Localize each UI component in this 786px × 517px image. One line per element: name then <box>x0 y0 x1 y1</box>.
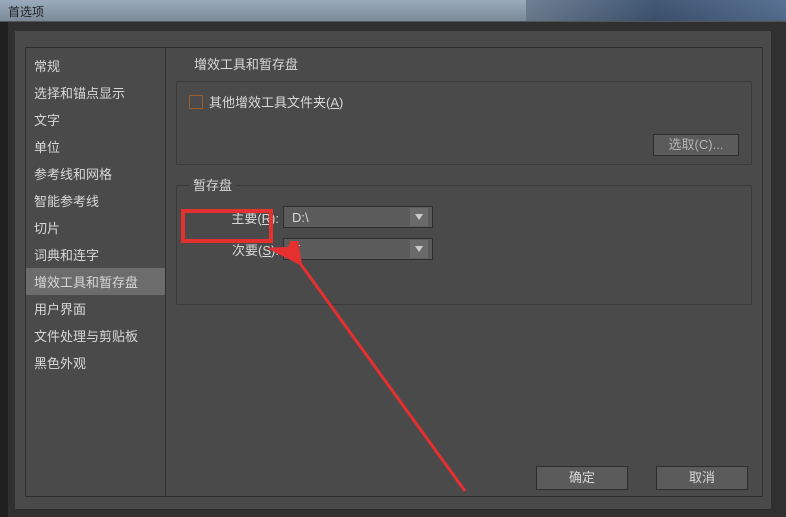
secondary-row: 次要(S): E <box>211 238 739 260</box>
dialog-inner: 常规选择和锚点显示文字单位参考线和网格智能参考线切片词典和连字增效工具和暂存盘用… <box>25 47 763 497</box>
sidebar: 常规选择和锚点显示文字单位参考线和网格智能参考线切片词典和连字增效工具和暂存盘用… <box>26 48 166 496</box>
sidebar-item-10[interactable]: 文件处理与剪贴板 <box>26 322 165 349</box>
left-strip <box>0 22 8 517</box>
sidebar-item-8[interactable]: 增效工具和暂存盘 <box>26 268 165 295</box>
other-folder-checkbox[interactable] <box>189 95 203 109</box>
section-title: 增效工具和暂存盘 <box>194 54 752 73</box>
sidebar-item-1[interactable]: 选择和锚点显示 <box>26 79 165 106</box>
other-folder-row: 其他增效工具文件夹(A) <box>189 92 739 111</box>
chevron-down-icon <box>410 240 428 258</box>
ok-button[interactable]: 确定 <box>536 466 628 490</box>
footer-buttons: 确定 取消 <box>536 466 748 490</box>
secondary-value: E <box>292 242 301 257</box>
sidebar-item-11[interactable]: 黑色外观 <box>26 349 165 376</box>
cancel-button[interactable]: 取消 <box>656 466 748 490</box>
primary-row: 主要(R): D:\ <box>211 206 739 228</box>
plugins-group: 其他增效工具文件夹(A) 选取(C)... <box>176 81 752 165</box>
sidebar-item-6[interactable]: 切片 <box>26 214 165 241</box>
sidebar-item-7[interactable]: 词典和连字 <box>26 241 165 268</box>
scratch-legend: 暂存盘 <box>189 175 236 194</box>
content-area: 增效工具和暂存盘 其他增效工具文件夹(A) 选取(C)... 暂存盘 主要(R)… <box>176 52 752 450</box>
dialog-outer: 常规选择和锚点显示文字单位参考线和网格智能参考线切片词典和连字增效工具和暂存盘用… <box>14 30 772 510</box>
primary-label: 主要(R): <box>211 208 279 227</box>
sidebar-item-9[interactable]: 用户界面 <box>26 295 165 322</box>
primary-dropdown[interactable]: D:\ <box>283 206 433 228</box>
chevron-down-icon <box>410 208 428 226</box>
primary-value: D:\ <box>292 210 309 225</box>
secondary-dropdown[interactable]: E <box>283 238 433 260</box>
other-folder-label: 其他增效工具文件夹(A) <box>209 92 343 111</box>
scratch-group: 暂存盘 主要(R): D:\ 次要(S): <box>176 185 752 305</box>
choose-folder-button[interactable]: 选取(C)... <box>653 134 739 156</box>
title-bar: 首选项 <box>0 0 786 22</box>
sidebar-item-3[interactable]: 单位 <box>26 133 165 160</box>
secondary-label: 次要(S): <box>211 240 279 259</box>
window-title: 首选项 <box>8 5 44 19</box>
sidebar-item-5[interactable]: 智能参考线 <box>26 187 165 214</box>
sidebar-item-4[interactable]: 参考线和网格 <box>26 160 165 187</box>
sidebar-item-0[interactable]: 常规 <box>26 52 165 79</box>
sidebar-item-2[interactable]: 文字 <box>26 106 165 133</box>
